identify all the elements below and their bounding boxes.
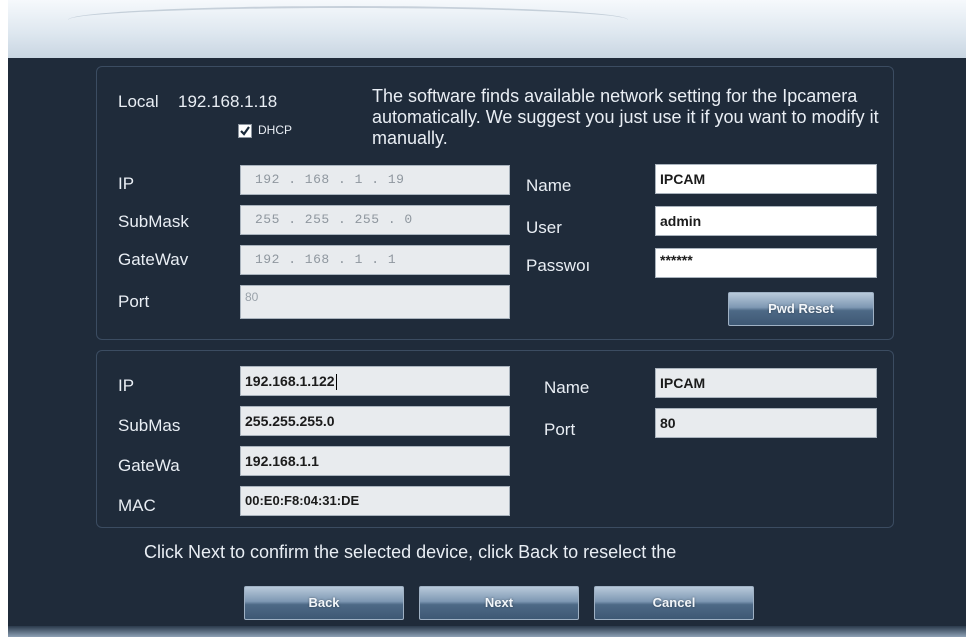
dhcp-label: DHCP	[258, 123, 293, 137]
user-label: User	[526, 218, 562, 237]
submask-label: SubMask	[118, 212, 189, 231]
text-cursor	[335, 374, 337, 391]
local-ip-value: 192.168.1.18	[178, 92, 278, 111]
header-decoration	[68, 6, 628, 34]
local-label: Local	[118, 92, 159, 111]
device-submask-label: SubMas	[118, 416, 181, 435]
device-ip-field[interactable]: 192.168.1.122	[240, 366, 510, 396]
user-field[interactable]: admin	[655, 206, 877, 236]
window-bottom-edge	[8, 626, 966, 637]
device-gateway-label: GateWa	[118, 456, 180, 475]
password-label: Passwoı	[526, 256, 591, 275]
name-label: Name	[526, 176, 572, 195]
back-button[interactable]: Back	[244, 586, 404, 620]
instruction-text: Click Next to confirm the selected devic…	[144, 542, 677, 562]
next-button[interactable]: Next	[419, 586, 579, 620]
device-name-field[interactable]: IPCAM	[655, 368, 877, 398]
ip-label: IP	[118, 174, 135, 193]
info-text: The software finds available network set…	[372, 86, 879, 148]
device-ip-value: 192.168.1.122	[245, 373, 335, 389]
window-header	[8, 0, 966, 58]
password-field[interactable]: ******	[655, 248, 877, 278]
gateway-field[interactable]: 192 . 168 . 1 . 1	[240, 245, 510, 275]
cancel-button[interactable]: Cancel	[594, 586, 754, 620]
port-label: Port	[118, 292, 150, 311]
device-name-label: Name	[544, 378, 590, 397]
device-submask-field[interactable]: 255.255.255.0	[240, 406, 510, 436]
port-field[interactable]: 80	[240, 285, 510, 319]
submask-field[interactable]: 255 . 255 . 255 . 0	[240, 205, 510, 235]
pwd-reset-button[interactable]: Pwd Reset	[728, 292, 874, 326]
ip-address-field[interactable]: 192 . 168 . 1 . 19	[240, 165, 510, 195]
gateway-label: GateWav	[118, 250, 189, 269]
device-mac-field[interactable]: 00:E0:F8:04:31:DE	[240, 486, 510, 516]
checkbox-checked-icon[interactable]	[238, 123, 252, 138]
camera-name-field[interactable]: IPCAM	[655, 164, 877, 194]
device-port-label: Port	[544, 420, 576, 439]
device-gateway-field[interactable]: 192.168.1.1	[240, 446, 510, 476]
device-mac-label: MAC	[118, 496, 156, 515]
device-ip-label: IP	[118, 376, 135, 395]
dhcp-checkbox[interactable]: DHCP	[238, 122, 292, 138]
device-port-field[interactable]: 80	[655, 408, 877, 438]
